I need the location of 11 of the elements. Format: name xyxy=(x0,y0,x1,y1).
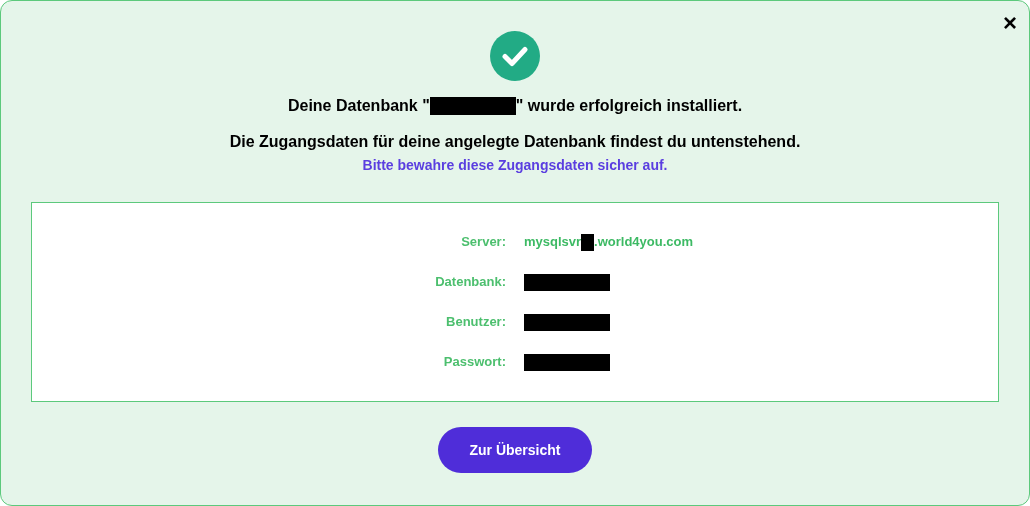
subheading: Die Zugangsdaten für deine angelegte Datenbank findest du untenstehend. xyxy=(229,132,801,152)
notice-text: Bitte bewahre diese Zugangsdaten sicher auf. xyxy=(362,156,668,174)
success-heading: Deine Datenbank " " wurde erfolgreich installiert. xyxy=(287,96,743,116)
credential-label: Datenbank: xyxy=(434,273,506,292)
success-check-icon xyxy=(490,31,540,81)
credential-label: Benutzer: xyxy=(445,313,506,332)
credential-label: Server: xyxy=(460,233,506,252)
credential-label: Passwort: xyxy=(442,353,506,372)
credential-value: mysqlsvr .world4you.com xyxy=(524,232,694,252)
overview-button[interactable]: Zur Übersicht xyxy=(438,427,592,473)
close-button[interactable]: × xyxy=(1003,11,1017,35)
